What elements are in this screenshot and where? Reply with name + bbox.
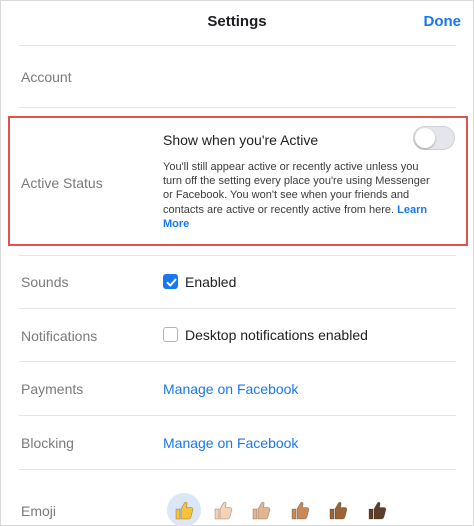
emoji-skin-tone-option[interactable] bbox=[321, 493, 355, 526]
emoji-label: Emoji bbox=[21, 503, 57, 519]
thumbs-up-light-icon bbox=[214, 501, 232, 520]
divider bbox=[19, 361, 456, 362]
divider bbox=[19, 308, 456, 309]
thumbs-up-dark-icon bbox=[368, 501, 386, 520]
divider bbox=[19, 415, 456, 416]
notifications-checkbox[interactable] bbox=[163, 327, 178, 342]
notifications-option-label[interactable]: Desktop notifications enabled bbox=[185, 327, 368, 343]
emoji-skin-tone-option[interactable] bbox=[167, 493, 201, 526]
divider bbox=[19, 107, 456, 108]
description-text: You'll still appear active or recently a… bbox=[163, 161, 430, 216]
account-label[interactable]: Account bbox=[21, 69, 72, 85]
blocking-label: Blocking bbox=[21, 435, 74, 451]
active-status-title: Show when you're Active bbox=[163, 132, 319, 148]
divider bbox=[19, 469, 456, 470]
payments-manage-link[interactable]: Manage on Facebook bbox=[163, 381, 298, 397]
settings-window: Settings Done Account Active Status Show… bbox=[0, 0, 474, 526]
sounds-label: Sounds bbox=[21, 274, 69, 290]
divider bbox=[19, 45, 456, 46]
emoji-skin-tone-option[interactable] bbox=[360, 493, 394, 526]
settings-header: Settings Done bbox=[1, 1, 473, 45]
thumbs-up-medium-light-icon bbox=[252, 501, 271, 520]
checkmark-icon bbox=[166, 278, 177, 287]
active-status-description: You'll still appear active or recently a… bbox=[163, 160, 433, 231]
emoji-skin-tone-option[interactable] bbox=[244, 493, 278, 526]
payments-label: Payments bbox=[21, 381, 84, 397]
notifications-label: Notifications bbox=[21, 328, 98, 344]
blocking-manage-link[interactable]: Manage on Facebook bbox=[163, 435, 298, 451]
sounds-checkbox[interactable] bbox=[163, 274, 178, 289]
emoji-skin-tone-option[interactable] bbox=[283, 493, 317, 526]
page-title: Settings bbox=[207, 13, 267, 30]
thumbs-up-yellow-icon bbox=[175, 501, 194, 520]
emoji-skin-tone-option[interactable] bbox=[206, 493, 240, 526]
active-status-toggle[interactable] bbox=[413, 126, 455, 150]
sounds-option-label[interactable]: Enabled bbox=[185, 274, 236, 290]
emoji-skin-tone-picker bbox=[163, 493, 453, 526]
done-button[interactable]: Done bbox=[424, 13, 462, 30]
thumbs-up-medium-dark-icon bbox=[329, 501, 348, 520]
toggle-knob bbox=[415, 128, 435, 148]
divider bbox=[19, 255, 456, 256]
active-status-label: Active Status bbox=[21, 175, 103, 191]
thumbs-up-medium-icon bbox=[291, 501, 309, 520]
